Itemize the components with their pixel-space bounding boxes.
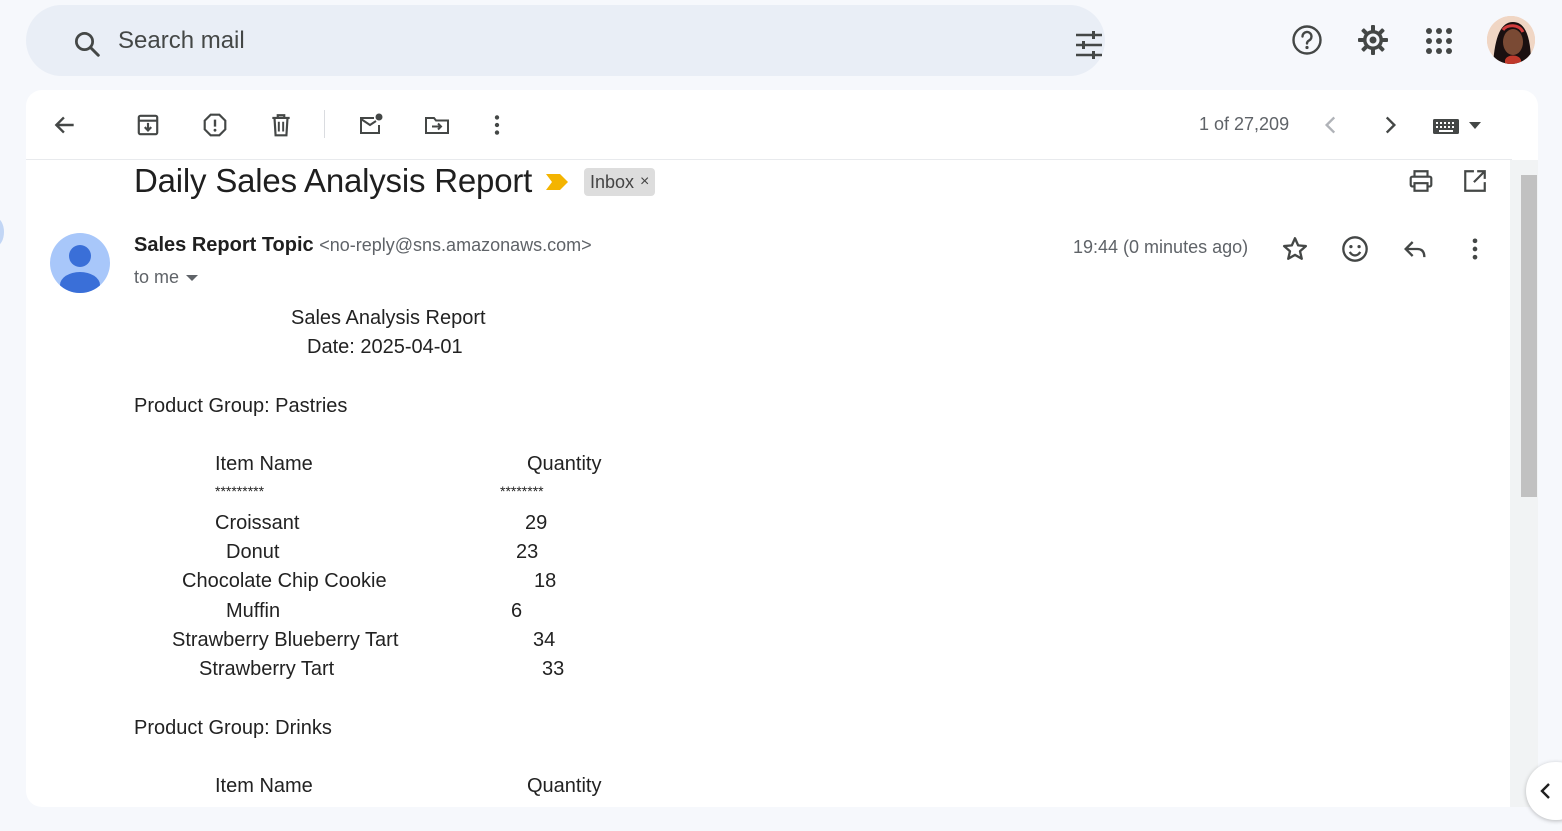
remove-label-icon[interactable]: × xyxy=(640,173,649,191)
message-toolbar: 1 of 27,209 xyxy=(26,90,1512,160)
chevron-left-icon[interactable] xyxy=(1318,112,1344,138)
more-vert-icon[interactable] xyxy=(484,112,510,138)
recipient-text: to me xyxy=(134,267,180,287)
mark-unread-icon[interactable] xyxy=(358,112,384,138)
apps-grid-icon[interactable] xyxy=(1425,27,1453,55)
recipient-toggle[interactable]: to me xyxy=(134,267,199,288)
column-header-quantity: Quantity xyxy=(527,775,602,797)
emoji-icon[interactable] xyxy=(1341,235,1369,263)
item-name: Chocolate Chip Cookie xyxy=(182,570,387,592)
sender-info: Sales Report Topic <no-reply@sns.amazona… xyxy=(134,234,592,257)
message-more-icon[interactable] xyxy=(1461,235,1489,263)
move-to-icon[interactable] xyxy=(424,112,450,138)
caret-down-icon[interactable] xyxy=(185,273,199,283)
importance-marker-icon[interactable] xyxy=(545,173,569,191)
search-bar[interactable] xyxy=(26,5,1105,76)
message-time: 19:44 (0 minutes ago) xyxy=(1073,237,1249,257)
search-input[interactable] xyxy=(118,19,1018,63)
item-name: Strawberry Blueberry Tart xyxy=(172,629,399,651)
report-title: Sales Analysis Report xyxy=(291,307,486,329)
scrollbar-thumb[interactable] xyxy=(1521,175,1537,497)
chevron-left-icon xyxy=(1536,779,1556,803)
search-icon[interactable] xyxy=(72,29,102,59)
item-name: Donut xyxy=(226,541,280,563)
item-quantity: 23 xyxy=(516,541,539,563)
item-name: Croissant xyxy=(215,512,300,534)
item-quantity: 6 xyxy=(511,600,523,622)
item-quantity: 29 xyxy=(525,512,548,534)
gear-icon[interactable] xyxy=(1357,24,1389,56)
star-icon[interactable] xyxy=(1281,235,1309,263)
account-avatar[interactable] xyxy=(1487,16,1535,64)
archive-icon[interactable] xyxy=(135,112,161,138)
trash-icon[interactable] xyxy=(268,112,294,138)
separator-item: ********* xyxy=(215,483,265,499)
arrow-back-icon[interactable] xyxy=(52,112,78,138)
pager-count: 1 of 27,209 xyxy=(1199,114,1290,134)
item-quantity: 18 xyxy=(534,570,557,592)
group-heading: Product Group: Drinks xyxy=(134,717,332,739)
separator-quantity: ******** xyxy=(500,483,544,499)
side-panel-edge xyxy=(0,218,4,246)
print-icon[interactable] xyxy=(1408,168,1434,194)
toolbar-divider xyxy=(324,110,325,138)
column-header-item: Item Name xyxy=(215,775,313,797)
chevron-right-icon[interactable] xyxy=(1377,112,1403,138)
sender-avatar[interactable] xyxy=(50,233,110,293)
sender-email: <no-reply@sns.amazonaws.com> xyxy=(319,235,592,255)
sender-name[interactable]: Sales Report Topic xyxy=(134,234,314,256)
help-icon[interactable] xyxy=(1291,24,1323,56)
open-in-new-icon[interactable] xyxy=(1462,168,1488,194)
tune-icon[interactable] xyxy=(1074,31,1104,59)
keyboard-icon[interactable] xyxy=(1432,116,1484,136)
inbox-label: Inbox × xyxy=(584,168,656,196)
inbox-label-text: Inbox xyxy=(590,171,635,192)
item-name: Muffin xyxy=(226,600,281,622)
group-heading: Product Group: Pastries xyxy=(134,395,348,417)
item-name: Strawberry Tart xyxy=(199,658,335,680)
message-view: 1 of 27,209 Daily Sales Analysis Report … xyxy=(26,90,1538,807)
column-header-quantity: Quantity xyxy=(527,453,602,475)
report-spam-icon[interactable] xyxy=(202,112,228,138)
item-quantity: 34 xyxy=(533,629,556,651)
report-date: Date: 2025-04-01 xyxy=(307,336,463,358)
column-header-item: Item Name xyxy=(215,453,313,475)
reply-icon[interactable] xyxy=(1401,235,1429,263)
item-quantity: 33 xyxy=(542,658,565,680)
email-subject: Daily Sales Analysis Report xyxy=(134,162,533,199)
